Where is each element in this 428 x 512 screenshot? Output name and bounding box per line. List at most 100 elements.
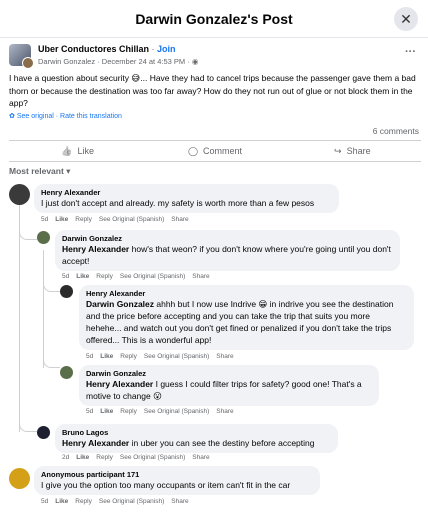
comment-see-original-link[interactable]: See Original (Spanish)	[99, 216, 164, 223]
avatar[interactable]	[37, 426, 50, 439]
action-bar: 👍 Like ◯ Comment ↪ Share	[9, 140, 421, 162]
group-avatar[interactable]	[9, 44, 34, 69]
avatar[interactable]	[60, 285, 73, 298]
comment-see-original-link[interactable]: See Original (Spanish)	[120, 273, 185, 280]
share-button[interactable]: ↪ Share	[284, 141, 421, 161]
see-original-link[interactable]: ✿ See original · Rate this translation	[9, 112, 122, 120]
comment-share-link[interactable]: Share	[171, 216, 188, 223]
like-label: Like	[77, 146, 95, 156]
comment-reply-link[interactable]: Reply	[75, 216, 92, 223]
comment-actions: 5d Like Reply See Original (Spanish) Share	[86, 408, 234, 415]
comment-text: I give you the option too many occupants…	[41, 480, 291, 490]
comment-see-original-link[interactable]: See Original (Spanish)	[120, 454, 185, 461]
thread-connector	[19, 420, 37, 432]
more-options-icon[interactable]: ···	[405, 46, 416, 58]
comment-time[interactable]: 2d	[62, 454, 69, 461]
mention[interactable]: Darwin Gonzalez	[86, 299, 154, 309]
comment-time[interactable]: 5d	[41, 216, 48, 223]
thread-connector	[43, 358, 60, 368]
author-avatar[interactable]	[22, 57, 34, 69]
globe-icon: ◉	[191, 57, 199, 66]
comment-like-link[interactable]: Like	[76, 454, 89, 461]
comment-time[interactable]: 5d	[41, 498, 48, 505]
thread-line	[43, 250, 44, 368]
comment-like-link[interactable]: Like	[76, 273, 89, 280]
comment-share-link[interactable]: Share	[216, 353, 233, 360]
thread-connector	[19, 228, 37, 240]
sort-dropdown[interactable]: Most relevant ▾	[9, 166, 70, 177]
comment-like-link[interactable]: Like	[100, 353, 113, 360]
comment-bubble: Darwin Gonzalez Henry Alexander how's th…	[55, 230, 400, 271]
comment-actions: 5d Like Reply See Original (Spanish) Share	[41, 498, 189, 505]
like-icon: 👍	[61, 145, 73, 156]
comment-author[interactable]: Darwin Gonzalez	[86, 369, 372, 378]
comment-body: in uber you can see the destiny before a…	[129, 438, 315, 448]
post-header: Uber Conductores Chillan · Join Darwin G…	[0, 40, 428, 70]
anonymous-avatar[interactable]	[9, 468, 30, 489]
comment-see-original-link[interactable]: See Original (Spanish)	[99, 498, 164, 505]
comment-time[interactable]: 5d	[62, 273, 69, 280]
comment-time[interactable]: 5d	[86, 353, 93, 360]
comment-bubble: Darwin Gonzalez Henry Alexander I guess …	[79, 365, 379, 406]
thread-connector	[43, 282, 60, 292]
post-meta: Darwin Gonzalez · December 24 at 4:53 PM…	[38, 57, 198, 66]
mention[interactable]: Henry Alexander	[62, 438, 129, 448]
comment-share-link[interactable]: Share	[192, 273, 209, 280]
comment-button[interactable]: ◯ Comment	[146, 141, 283, 161]
comment-bubble: Anonymous participant 171 I give you the…	[34, 466, 320, 495]
comment-actions: 5d Like Reply See Original (Spanish) Share	[86, 353, 234, 360]
mention[interactable]: Henry Alexander	[62, 244, 129, 254]
comment-author[interactable]: Henry Alexander	[41, 188, 332, 197]
comment-share-link[interactable]: Share	[171, 498, 188, 505]
comment-author[interactable]: Bruno Lagos	[62, 428, 331, 437]
comment-reply-link[interactable]: Reply	[96, 273, 113, 280]
comment-text: Henry Alexander how's that weon? if you …	[62, 243, 393, 267]
comment-reply-link[interactable]: Reply	[120, 408, 137, 415]
comment-text: Henry Alexander in uber you can see the …	[62, 437, 331, 449]
comment-time[interactable]: 5d	[86, 408, 93, 415]
share-label: Share	[346, 146, 371, 156]
comment-bubble: Bruno Lagos Henry Alexander in uber you …	[55, 424, 338, 453]
comment-like-link[interactable]: Like	[100, 408, 113, 415]
comment-author[interactable]: Henry Alexander	[86, 289, 407, 298]
comment-see-original-link[interactable]: See Original (Spanish)	[144, 408, 209, 415]
comment-label: Comment	[203, 146, 243, 156]
comment-text: Henry Alexander I guess I could filter t…	[86, 378, 372, 402]
comment-text: I just don't accept and already. my safe…	[41, 198, 315, 208]
avatar[interactable]	[37, 231, 50, 244]
comment-reply-link[interactable]: Reply	[120, 353, 137, 360]
comment-actions: 2d Like Reply See Original (Spanish) Share	[62, 454, 210, 461]
like-button[interactable]: 👍 Like	[9, 141, 146, 161]
mention[interactable]: Henry Alexander	[86, 379, 153, 389]
comment-reply-link[interactable]: Reply	[75, 498, 92, 505]
comment-share-link[interactable]: Share	[216, 408, 233, 415]
group-name-link[interactable]: Uber Conductores Chillan	[38, 44, 149, 54]
comment-bubble: Henry Alexander I just don't accept and …	[34, 184, 339, 213]
comment-count[interactable]: 6 comments	[373, 126, 419, 136]
group-line: Uber Conductores Chillan · Join	[38, 44, 176, 54]
comment-like-link[interactable]: Like	[55, 498, 68, 505]
post-meta-text[interactable]: Darwin Gonzalez · December 24 at 4:53 PM…	[38, 57, 192, 66]
chevron-down-icon: ▾	[66, 166, 71, 176]
comment-icon: ◯	[187, 145, 199, 156]
comment-author[interactable]: Anonymous participant 171	[41, 470, 313, 479]
separator: ·	[149, 44, 158, 54]
post-text: I have a question about security 😅... Ha…	[9, 73, 416, 108]
avatar[interactable]	[60, 366, 73, 379]
join-link[interactable]: Join	[157, 44, 176, 54]
comment-share-link[interactable]: Share	[192, 454, 209, 461]
see-original-label[interactable]: See original · Rate this translation	[17, 113, 122, 120]
comment-actions: 5d Like Reply See Original (Spanish) Share	[62, 273, 210, 280]
comment-reply-link[interactable]: Reply	[96, 454, 113, 461]
comment-like-link[interactable]: Like	[55, 216, 68, 223]
post-dialog-header: Darwin Gonzalez's Post ✕	[0, 0, 428, 38]
post: Uber Conductores Chillan · Join Darwin G…	[0, 40, 428, 70]
comment-actions: 5d Like Reply See Original (Spanish) Share	[41, 216, 189, 223]
gear-icon: ✿	[9, 113, 15, 120]
dialog-title: Darwin Gonzalez's Post	[135, 10, 293, 27]
sort-label: Most relevant	[9, 166, 64, 176]
close-icon[interactable]: ✕	[394, 7, 418, 31]
comment-author[interactable]: Darwin Gonzalez	[62, 234, 393, 243]
comment-see-original-link[interactable]: See Original (Spanish)	[144, 353, 209, 360]
avatar[interactable]	[9, 184, 30, 205]
